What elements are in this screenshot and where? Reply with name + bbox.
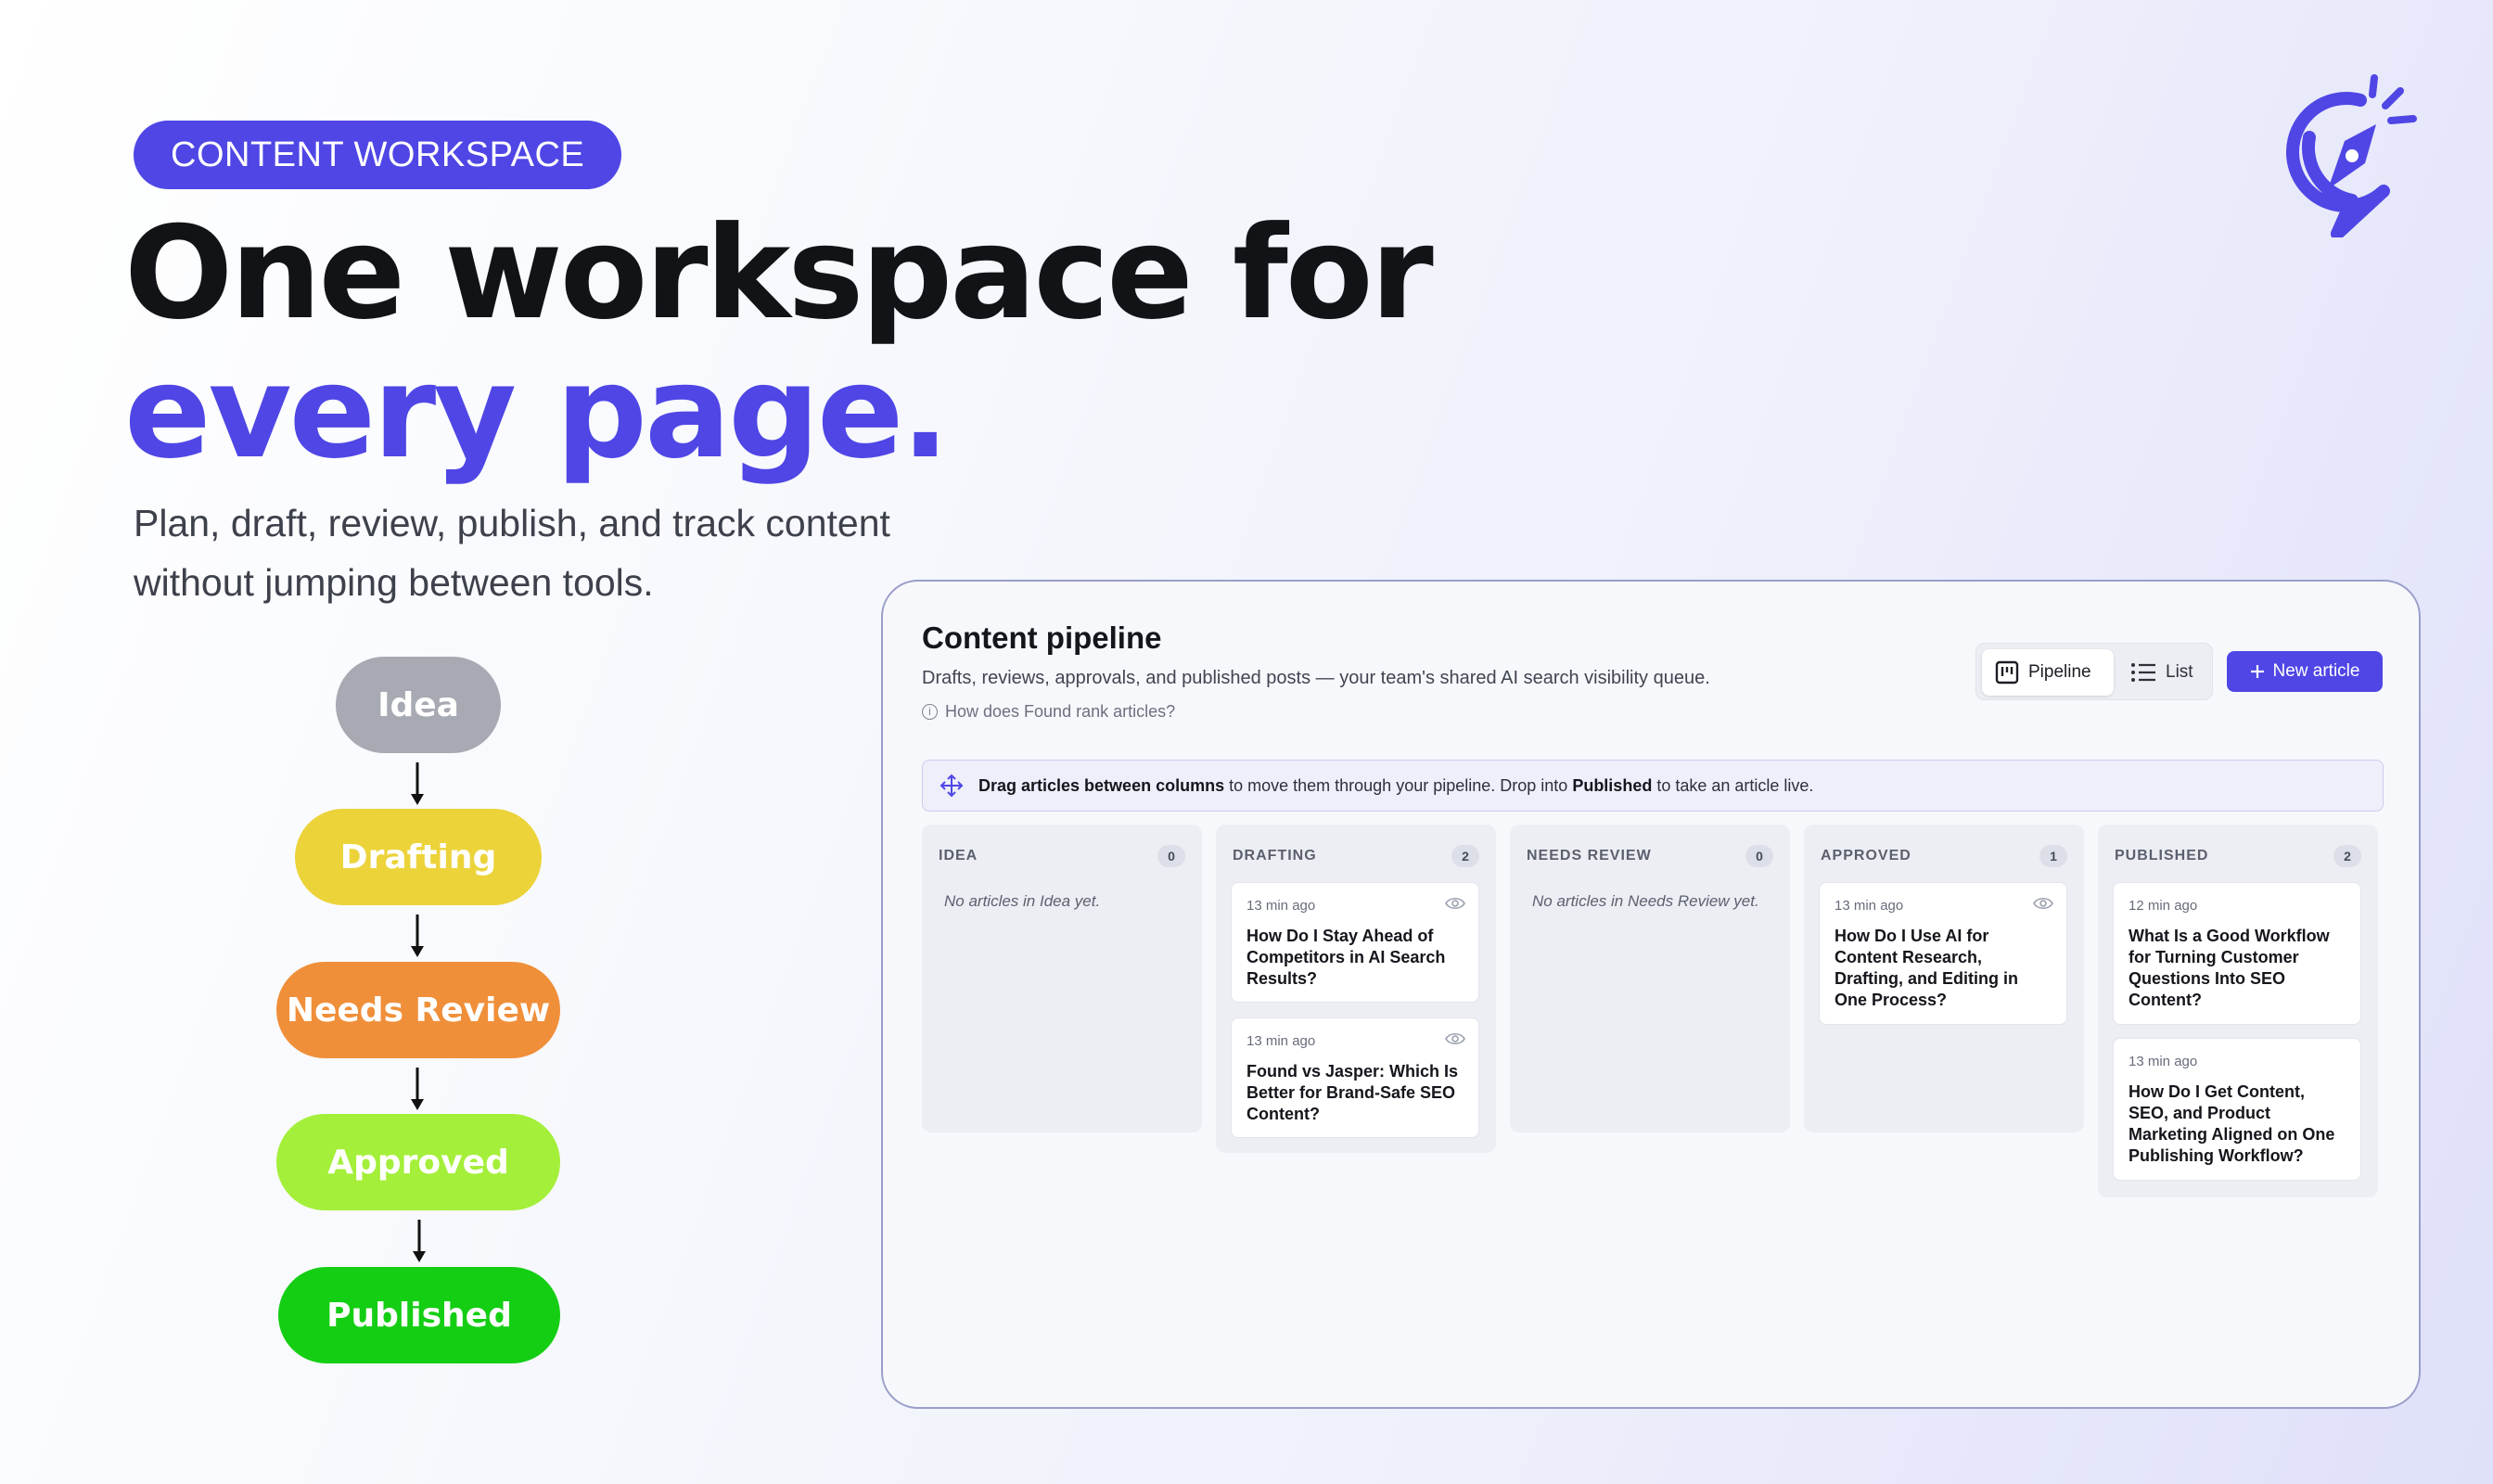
card-title: How Do I Use AI for Content Research, Dr… [1835,927,2018,1009]
brand-logo-icon [2272,70,2421,240]
eye-icon[interactable] [2033,896,2053,911]
article-card[interactable]: 12 min ago What Is a Good Workflow for T… [2113,882,2361,1025]
drag-hint-bold-2: Published [1572,775,1653,795]
article-card[interactable]: 13 min ago How Do I Get Content, SEO, an… [2113,1038,2361,1181]
column-count-badge: 0 [1157,845,1185,867]
subheadline: Plan, draft, review, publish, and track … [134,493,968,612]
flow-step-published: Published [278,1267,560,1363]
eye-icon[interactable] [1445,1031,1465,1046]
new-article-button[interactable]: New article [2227,651,2383,692]
column-idea[interactable]: IDEA 0 No articles in Idea yet. [922,825,1202,1132]
column-title: APPROVED [1821,848,1911,864]
column-drafting[interactable]: DRAFTING 2 13 min ago How Do I Stay Ahea… [1216,825,1496,1153]
column-count-badge: 0 [1745,845,1773,867]
kanban-icon [1995,660,2019,684]
drag-hint-text-1: to move them through your pipeline. Drop… [1224,775,1573,795]
card-timestamp: 13 min ago [1835,898,1904,914]
list-view-label: List [2166,662,2193,682]
arrow-down-icon [411,915,424,957]
column-needs-review[interactable]: NEEDS REVIEW 0 No articles in Needs Revi… [1510,825,1790,1132]
headline: One workspace for every page. [124,204,1434,487]
list-icon [2131,663,2155,682]
column-published[interactable]: PUBLISHED 2 12 min ago What Is a Good Wo… [2098,825,2378,1197]
card-title: How Do I Stay Ahead of Competitors in AI… [1246,927,1446,988]
page-description: Drafts, reviews, approvals, and publishe… [922,668,1710,688]
column-title: NEEDS REVIEW [1527,848,1652,864]
drag-hint-text-2: to take an article live. [1652,775,1814,795]
card-timestamp: 13 min ago [1246,898,1316,914]
help-link[interactable]: i How does Found rank articles? [922,702,1175,722]
plus-icon [2250,665,2264,678]
column-title: IDEA [939,848,978,864]
column-title: DRAFTING [1233,848,1317,864]
column-title: PUBLISHED [2115,848,2209,864]
drag-hint-text: Drag articles between columns to move th… [978,776,1813,796]
list-view-button[interactable]: List [2117,649,2206,696]
column-count-badge: 1 [2039,845,2067,867]
content-pipeline-window: Content pipeline Drafts, reviews, approv… [881,580,2421,1409]
subhead-line-2: without jumping between tools. [134,561,654,604]
column-count-badge: 2 [2333,845,2361,867]
column-empty-state: No articles in Needs Review yet. [1532,892,1759,910]
drag-hint-banner: Drag articles between columns to move th… [922,760,2384,812]
arrow-down-icon [413,1220,426,1262]
card-timestamp: 13 min ago [2129,1054,2198,1069]
headline-line-2: every page. [124,338,950,487]
flow-step-idea: Idea [336,657,501,753]
flow-step-approved: Approved [276,1114,560,1210]
page-title: Content pipeline [922,620,1162,655]
card-title: How Do I Get Content, SEO, and Product M… [2129,1082,2335,1165]
arrow-down-icon [411,1068,424,1110]
pipeline-view-label: Pipeline [2028,662,2091,682]
arrow-down-icon [411,762,424,805]
headline-line-1: One workspace for [124,198,1434,348]
flow-step-needs-review: Needs Review [276,962,560,1058]
eye-icon[interactable] [1445,896,1465,911]
move-icon [940,774,964,798]
article-card[interactable]: 13 min ago How Do I Use AI for Content R… [1819,882,2067,1025]
new-article-label: New article [2272,661,2360,681]
pipeline-view-button[interactable]: Pipeline [1982,649,2114,696]
card-title: What Is a Good Workflow for Turning Cust… [2129,927,2330,1009]
subhead-line-1: Plan, draft, review, publish, and track … [134,502,890,544]
column-empty-state: No articles in Idea yet. [944,892,1101,910]
article-card[interactable]: 13 min ago How Do I Stay Ahead of Compet… [1231,882,1479,1003]
content-workspace-badge: CONTENT WORKSPACE [134,121,622,189]
column-count-badge: 2 [1451,845,1479,867]
flow-step-drafting: Drafting [295,809,542,905]
column-approved[interactable]: APPROVED 1 13 min ago How Do I Use AI fo… [1804,825,2084,1132]
card-title: Found vs Jasper: Which Is Better for Bra… [1246,1062,1459,1123]
card-timestamp: 12 min ago [2129,898,2198,914]
info-icon: i [922,704,938,720]
help-link-label: How does Found rank articles? [945,702,1176,721]
drag-hint-bold-1: Drag articles between columns [978,775,1225,795]
card-timestamp: 13 min ago [1246,1033,1316,1049]
view-toggle: Pipeline List [1975,643,2213,700]
article-card[interactable]: 13 min ago Found vs Jasper: Which Is Bet… [1231,1017,1479,1138]
